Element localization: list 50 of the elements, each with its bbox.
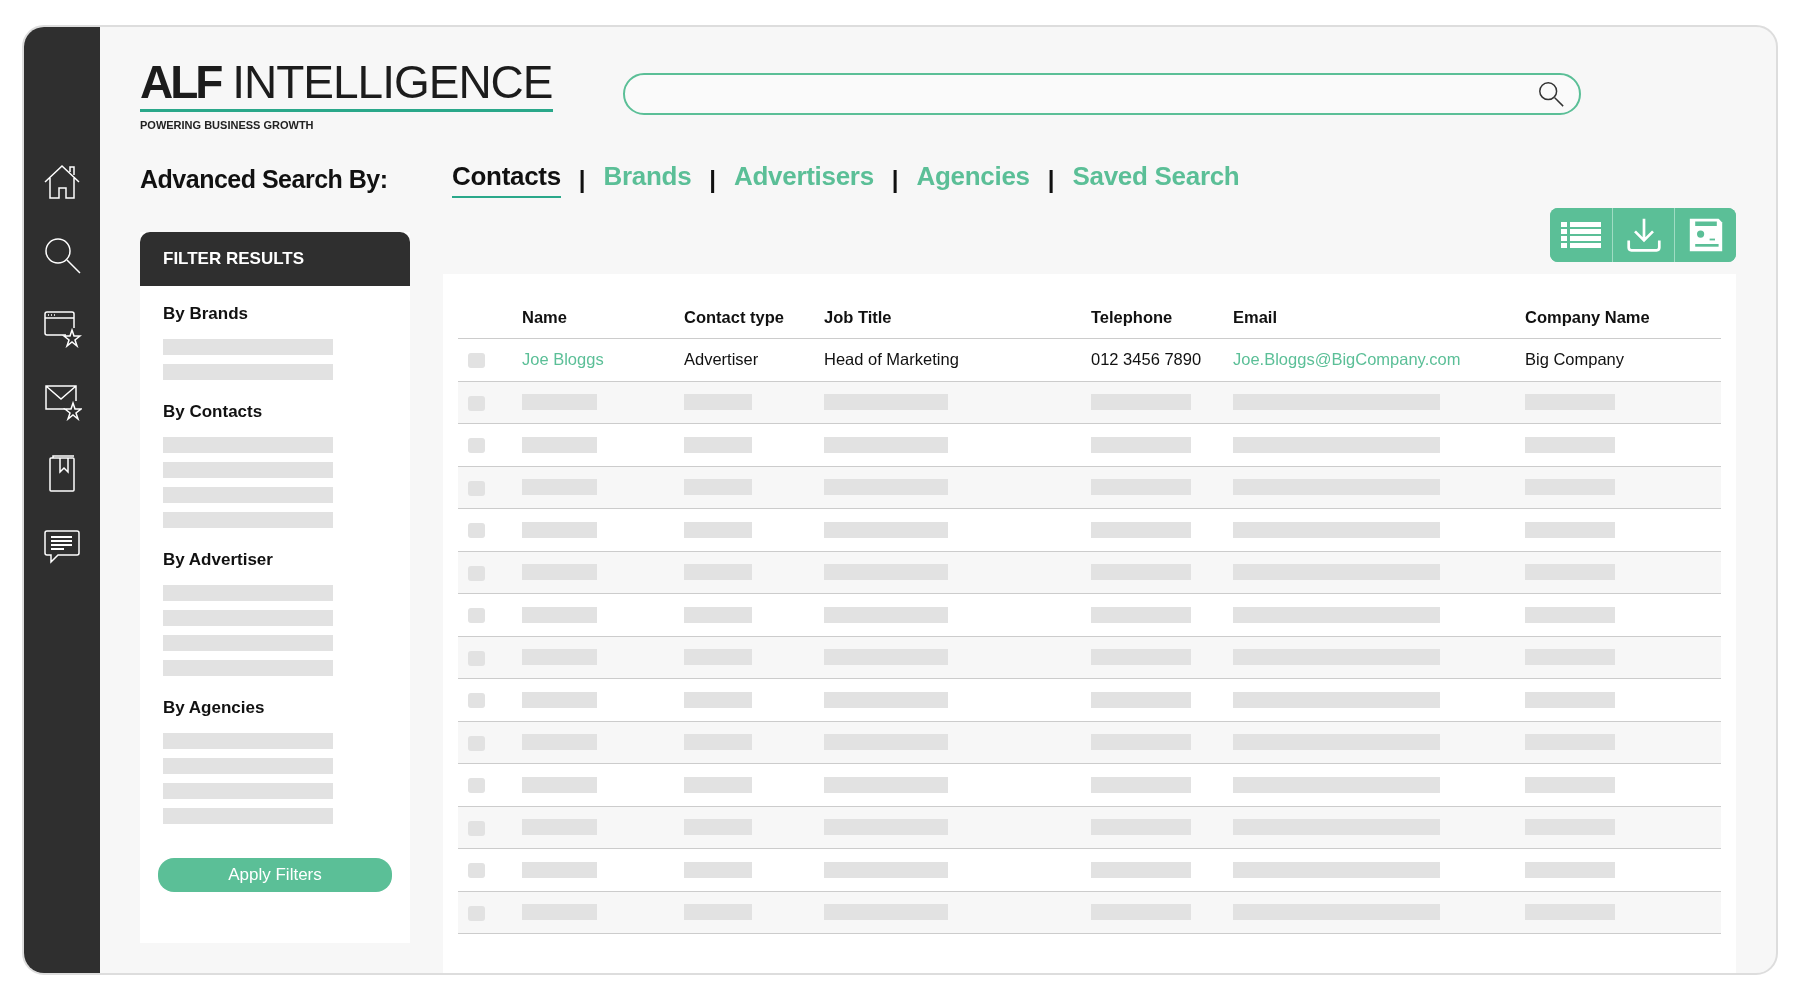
filter-panel-title: FILTER RESULTS [140, 232, 410, 286]
search-tab[interactable]: Advertisers [734, 161, 874, 198]
table-cell: 012 3456 7890 [1091, 350, 1202, 369]
cell-placeholder [684, 606, 752, 623]
cell-placeholder [684, 521, 752, 538]
advanced-search-label: Advanced Search By: [140, 165, 389, 194]
column-header: Company Name [1524, 296, 1721, 339]
row-checkbox[interactable] [468, 778, 485, 794]
tab-separator: | [891, 165, 899, 194]
column-header: Name [521, 296, 683, 339]
cell-placeholder [684, 776, 752, 793]
row-checkbox[interactable] [468, 863, 485, 879]
logo-tagline: POWERING BUSINESS GROWTH [140, 119, 315, 131]
apply-filters-button[interactable]: Apply Filters [158, 858, 392, 892]
contact-name-link[interactable]: Joe Bloggs [522, 350, 604, 369]
search-field[interactable] [622, 73, 1581, 115]
cell-placeholder [684, 691, 752, 708]
search-tab[interactable]: Contacts [452, 161, 561, 198]
column-header: Telephone [1090, 296, 1232, 339]
tab-separator: | [1047, 165, 1055, 194]
table-cell: Big Company [1525, 350, 1625, 369]
table-cell: Advertiser [684, 350, 759, 369]
logo-wordmark: ALF INTELLIGENCE [140, 59, 553, 112]
filter-group-heading: By Agencies [163, 698, 266, 718]
column-header: Email [1232, 296, 1524, 339]
search-tab[interactable]: Agencies [916, 161, 1030, 198]
filter-group-heading: By Contacts [163, 402, 264, 422]
cell-placeholder [684, 436, 752, 453]
chat-icon[interactable] [42, 527, 82, 567]
email-link[interactable]: Joe.Bloggs@BigCompany.com [1233, 350, 1461, 369]
row-checkbox[interactable] [468, 438, 485, 454]
row-checkbox[interactable] [468, 523, 485, 539]
search-icon[interactable] [42, 235, 82, 275]
tab-separator: | [578, 165, 586, 194]
row-checkbox[interactable] [468, 608, 485, 624]
search-icon[interactable] [1536, 80, 1565, 108]
table-cell: Head of Marketing [824, 350, 959, 369]
cell-placeholder [684, 861, 752, 878]
home-icon[interactable] [42, 162, 82, 202]
tab-separator: | [709, 165, 717, 194]
filter-group-heading: By Brands [163, 304, 250, 324]
browser-star-icon[interactable] [42, 308, 82, 348]
column-header: Job Title [823, 296, 1090, 339]
column-header: Contact type [683, 296, 823, 339]
search-tab[interactable]: Saved Search [1072, 161, 1240, 198]
row-checkbox[interactable] [468, 353, 485, 369]
row-checkbox[interactable] [468, 693, 485, 709]
filter-group-heading: By Advertiser [163, 550, 274, 570]
search-tab[interactable]: Brands [603, 161, 692, 198]
save-button[interactable] [1674, 208, 1736, 262]
